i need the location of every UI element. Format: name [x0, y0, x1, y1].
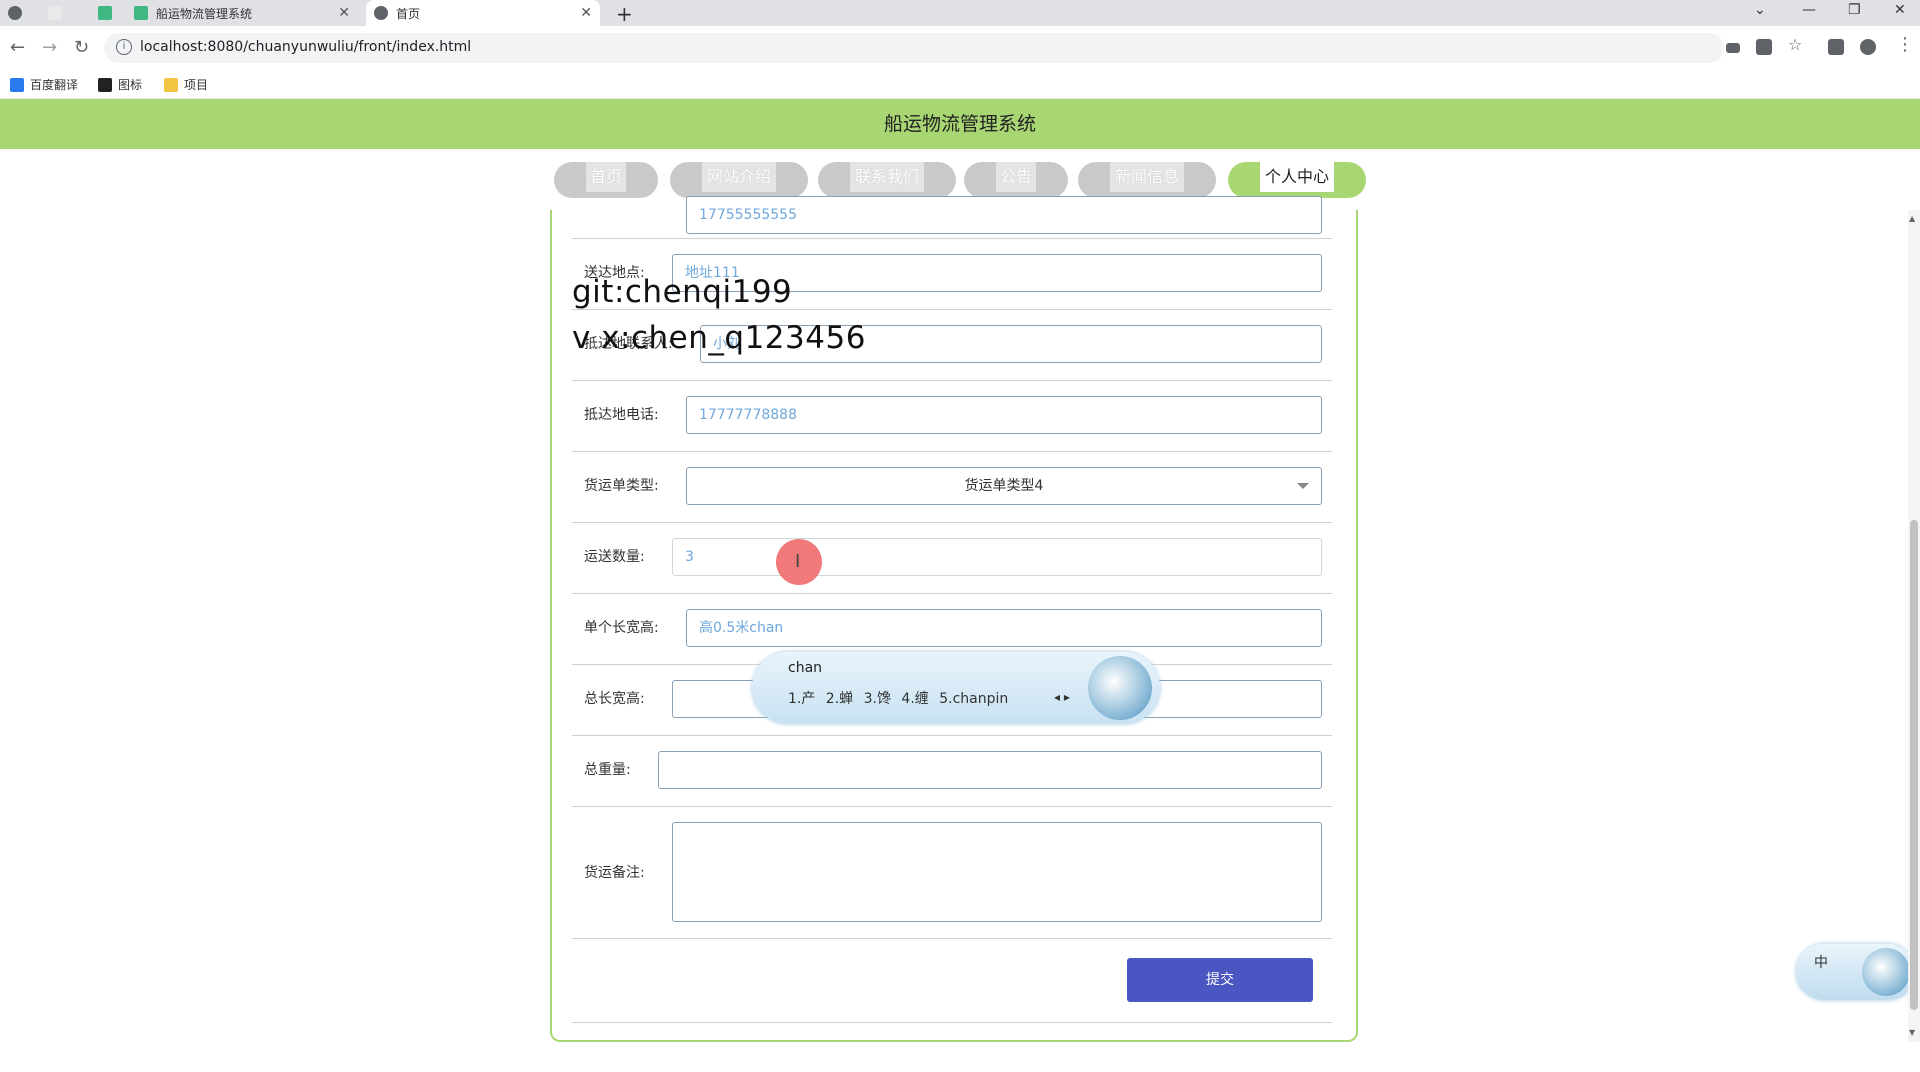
address-bar-row: ← → ↻ i localhost:8080/chuanyunwuliu/fro… — [0, 26, 1920, 70]
quantity-field[interactable]: 3 — [672, 538, 1322, 576]
nav-notice[interactable]: 公告 — [964, 162, 1068, 198]
contact-phone-label: 抵达地电话: — [584, 407, 659, 423]
ime-candidates[interactable]: 1.产 2.蝉 3.馋 4.缠 5.chanpin — [788, 688, 1008, 708]
ime-status-bar[interactable]: 中 — [1796, 944, 1916, 1000]
nav-profile[interactable]: 个人中心 — [1228, 162, 1366, 198]
nav-about[interactable]: 网站介绍 — [670, 162, 808, 198]
tab-pinned-1[interactable] — [0, 0, 34, 26]
globe-icon — [8, 6, 22, 20]
bookmark-item[interactable]: 百度翻译 — [10, 76, 78, 93]
type-select-value: 货运单类型4 — [964, 478, 1044, 494]
ime-composition: chan — [788, 660, 823, 676]
contact-phone-field[interactable]: 17777778888 — [686, 396, 1322, 434]
scroll-up-icon[interactable]: ▲ — [1909, 214, 1915, 223]
ime-logo-icon — [1862, 948, 1910, 996]
tab-pinned-3[interactable] — [90, 0, 124, 26]
quantity-label: 运送数量: — [584, 549, 645, 565]
side-panel-icon[interactable] — [1828, 39, 1844, 55]
vue-icon — [134, 6, 148, 20]
form-row-type: 货运单类型: 货运单类型4 — [572, 451, 1332, 523]
bookmarks-bar: 百度翻译 图标 项目 — [0, 70, 1920, 99]
info-icon[interactable]: i — [116, 39, 132, 55]
form-row-weight: 总重量: — [572, 735, 1332, 807]
phone-field[interactable]: 17755555555 — [686, 196, 1322, 234]
nav-news[interactable]: 新闻信息 — [1078, 162, 1216, 198]
form-row-quantity: 运送数量: 3 — [572, 522, 1332, 594]
folder-icon — [164, 77, 178, 92]
close-tab-icon[interactable]: ✕ — [338, 5, 350, 21]
close-tab-icon[interactable]: ✕ — [580, 5, 592, 21]
nav-home[interactable]: 首页 — [554, 162, 658, 198]
submit-button[interactable]: 提交 — [1127, 958, 1313, 1002]
unit-size-field[interactable]: 高0.5米chan — [686, 609, 1322, 647]
type-label: 货运单类型: — [584, 478, 659, 494]
form-row-phone: 17755555555 — [572, 196, 1332, 239]
star-icon[interactable]: ☆ — [1788, 35, 1804, 54]
main-nav: 首页 网站介绍 联系我们 公告 新闻信息 个人中心 — [0, 162, 1920, 200]
bookmark-item[interactable]: 图标 — [98, 76, 142, 93]
watermark-line-2: v x:chen_q123456 — [572, 320, 866, 356]
reload-icon[interactable]: ↻ — [74, 37, 89, 58]
browser-tab-bar: 船运物流管理系统 ✕ 首页 ✕ + ⌄ — ❐ ✕ — [0, 0, 1920, 26]
weight-label: 总重量: — [584, 762, 631, 778]
key-icon[interactable] — [1726, 43, 1740, 53]
restore-icon[interactable]: ❐ — [1848, 2, 1861, 18]
back-icon[interactable]: ← — [10, 37, 25, 58]
tab-title: 船运物流管理系统 — [156, 6, 253, 21]
new-tab-icon[interactable]: + — [616, 2, 633, 26]
unit-size-label: 单个长宽高: — [584, 620, 659, 636]
forward-icon[interactable]: → — [42, 37, 57, 58]
minimize-icon[interactable]: — — [1802, 2, 1816, 18]
weight-field[interactable] — [658, 751, 1322, 789]
tab-system[interactable]: 船运物流管理系统 ✕ — [126, 0, 358, 26]
scroll-down-icon[interactable]: ▼ — [1909, 1028, 1915, 1037]
share-icon[interactable] — [1756, 39, 1772, 55]
watermark-line-1: git:chenqi199 — [572, 274, 793, 310]
address-bar[interactable]: i localhost:8080/chuanyunwuliu/front/ind… — [104, 33, 1724, 63]
globe-icon — [374, 6, 388, 20]
image-icon — [98, 77, 112, 92]
remark-label: 货运备注: — [584, 865, 645, 881]
url-text: localhost:8080/chuanyunwuliu/front/index… — [140, 39, 472, 55]
profile-icon[interactable] — [1860, 39, 1876, 55]
type-select[interactable]: 货运单类型4 — [686, 467, 1322, 505]
bookmark-item[interactable]: 项目 — [164, 76, 208, 93]
ime-candidate-window[interactable]: chan 1.产 2.蝉 3.馋 4.缠 5.chanpin ◂ ▸ — [752, 652, 1160, 724]
total-size-label: 总长宽高: — [584, 691, 645, 707]
ime-mode: 中 — [1814, 955, 1828, 971]
ime-page-arrows-icon[interactable]: ◂ ▸ — [1054, 690, 1070, 704]
tab-pinned-2[interactable] — [40, 0, 74, 26]
translate-icon — [10, 77, 24, 92]
tab-title: 首页 — [396, 6, 421, 21]
ime-logo-icon — [1088, 656, 1152, 720]
blank-page-icon — [48, 6, 62, 20]
vue-icon — [98, 6, 112, 20]
menu-icon[interactable]: ⋮ — [1896, 34, 1914, 55]
close-window-icon[interactable]: ✕ — [1894, 2, 1906, 18]
page-header: 船运物流管理系统 — [0, 99, 1920, 149]
remark-textarea[interactable] — [672, 822, 1322, 922]
form-row-contact-phone: 抵达地电话: 17777778888 — [572, 380, 1332, 452]
form-row-remark: 货运备注: — [572, 806, 1332, 939]
tab-home[interactable]: 首页 ✕ — [366, 0, 600, 26]
tab-search-icon[interactable]: ⌄ — [1754, 2, 1766, 18]
chevron-down-icon — [1297, 483, 1309, 489]
nav-contact[interactable]: 联系我们 — [818, 162, 956, 198]
scrollbar-thumb[interactable] — [1910, 520, 1918, 1010]
site-title: 船运物流管理系统 — [883, 113, 1036, 135]
cursor-highlight: I — [776, 539, 822, 585]
text-cursor-icon: I — [795, 551, 801, 572]
